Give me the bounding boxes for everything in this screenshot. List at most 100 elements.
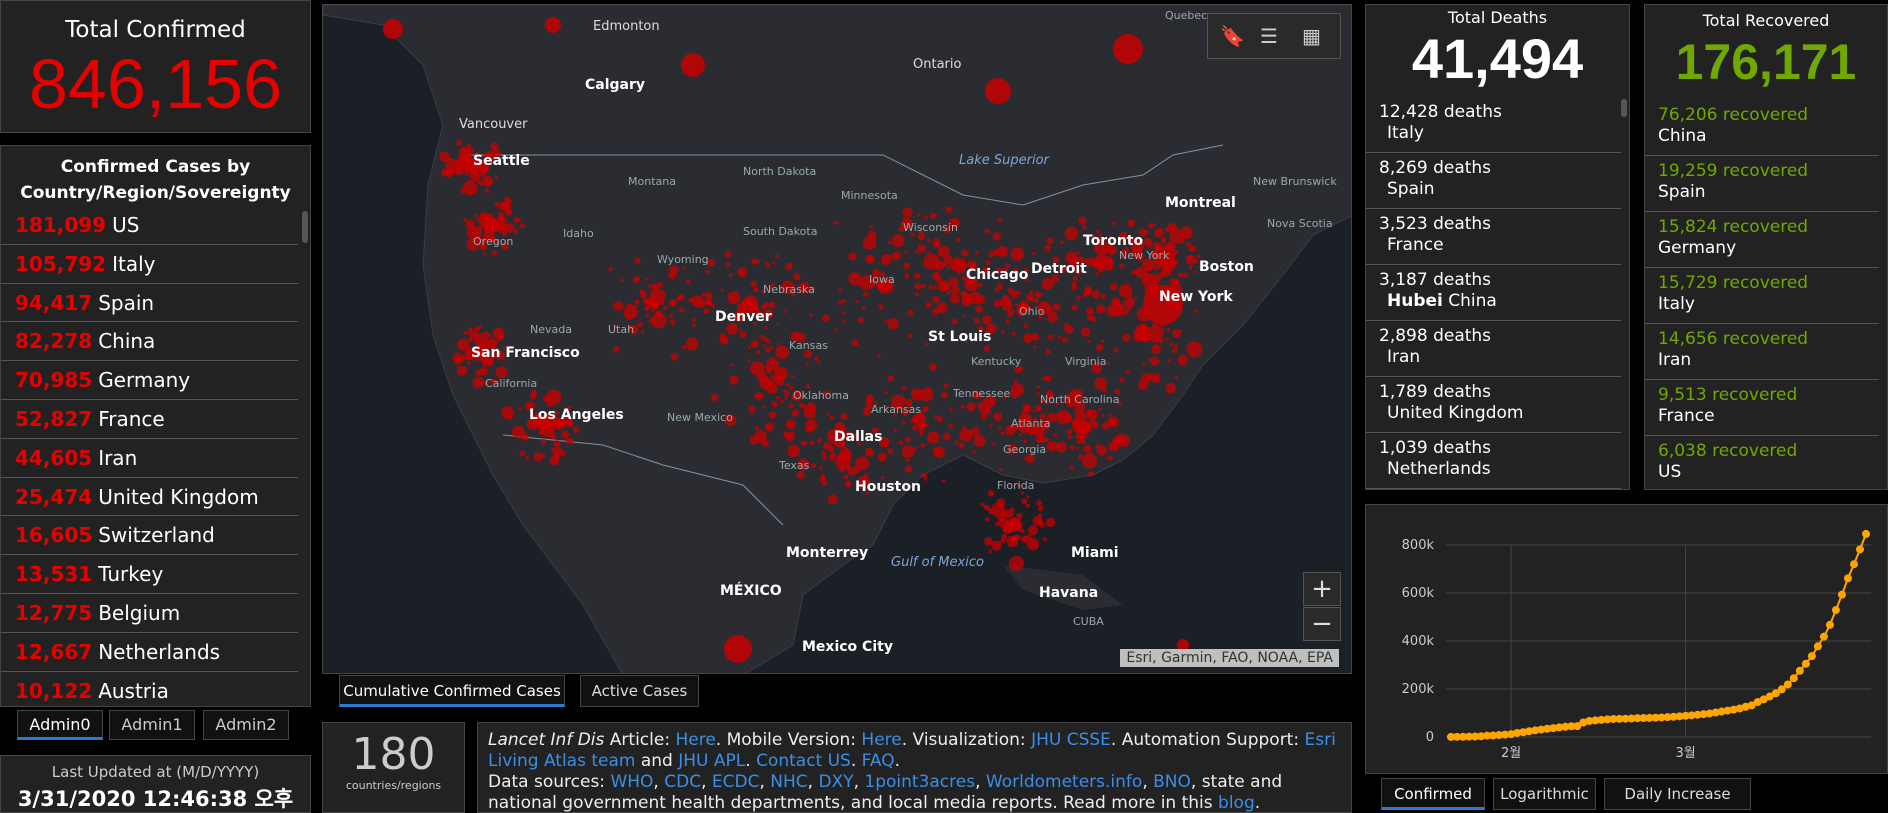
country-list-item[interactable]: 52,827 France	[1, 400, 298, 439]
case-marker	[1119, 263, 1125, 269]
zoom-in-button[interactable]: +	[1303, 572, 1341, 606]
case-marker	[938, 280, 951, 293]
country-list-item[interactable]: 181,099 US	[1, 206, 298, 245]
worldometers-link[interactable]: Worldometers.info	[986, 772, 1142, 792]
country-list-item[interactable]: 44,605 Iran	[1, 439, 298, 478]
recovered-list-item[interactable]: 19,259 recovered Spain	[1645, 156, 1879, 212]
case-marker	[572, 426, 580, 433]
recovered-list-item[interactable]: 14,656 recovered Iran	[1645, 324, 1879, 380]
deaths-scrollbar[interactable]	[1621, 99, 1627, 117]
case-marker	[710, 303, 715, 309]
country-list-item[interactable]: 13,531 Turkey	[1, 555, 298, 594]
map-label-oregon: Oregon	[473, 235, 514, 248]
list-icon[interactable]: ☰	[1260, 24, 1278, 48]
case-marker	[883, 319, 887, 323]
case-marker	[823, 442, 831, 450]
bookmark-icon[interactable]: 🔖	[1220, 24, 1245, 48]
map-canvas[interactable]	[323, 5, 1352, 674]
country-list-item[interactable]: 105,792 Italy	[1, 245, 298, 284]
dxy-link[interactable]: DXY	[818, 772, 853, 792]
deaths-list-item[interactable]: 1,789 deaths United Kingdom	[1366, 377, 1621, 433]
case-marker	[1011, 331, 1016, 337]
case-marker	[775, 395, 780, 400]
deaths-list-item[interactable]: 1,039 deaths Netherlands	[1366, 433, 1621, 489]
tab-daily-increase[interactable]: Daily Increase	[1604, 778, 1751, 810]
countries-count-label: countries/regions	[345, 779, 442, 792]
country-list-item[interactable]: 82,278 China	[1, 322, 298, 362]
case-marker	[776, 342, 781, 346]
map-label-new-york-state: New York	[1119, 249, 1170, 262]
tab-cumulative-confirmed[interactable]: Cumulative Confirmed Cases	[339, 675, 565, 707]
deaths-list-item[interactable]: 3,187 deaths Hubei China	[1366, 265, 1621, 321]
recovered-list[interactable]: 76,206 recovered China 19,259 recovered Spa…	[1645, 100, 1887, 489]
country-list-item[interactable]: 25,474 United Kingdom	[1, 478, 298, 517]
tab-admin0[interactable]: Admin0	[17, 710, 103, 740]
case-marker	[763, 344, 767, 348]
case-marker	[1069, 464, 1074, 470]
case-marker	[737, 267, 748, 278]
cdc-link[interactable]: CDC	[664, 772, 701, 792]
recovered-list-item[interactable]: 15,824 recovered Germany	[1645, 212, 1879, 268]
blog-link[interactable]: blog	[1218, 793, 1255, 812]
jhu-csse-link[interactable]: JHU CSSE	[1031, 730, 1111, 750]
country-list-item[interactable]: 12,775 Belgium	[1, 594, 298, 633]
1point3acres-link[interactable]: 1point3acres	[864, 772, 975, 792]
case-marker	[765, 367, 773, 374]
jhu-apl-link[interactable]: JHU APL	[678, 751, 745, 771]
mobile-version-link[interactable]: Here	[861, 730, 901, 750]
deaths-list-item[interactable]: 2,898 deaths Iran	[1366, 321, 1621, 377]
deaths-list-item[interactable]: 8,269 deaths Spain	[1366, 153, 1621, 209]
country-case-count: 70,985	[15, 368, 93, 393]
tab-admin2[interactable]: Admin2	[203, 710, 289, 740]
tab-logarithmic[interactable]: Logarithmic	[1493, 778, 1596, 810]
recovered-list-item[interactable]: 6,038 recovered US	[1645, 436, 1879, 489]
article-link[interactable]: Here	[675, 730, 715, 750]
case-marker	[1076, 440, 1081, 444]
case-marker	[1100, 267, 1104, 271]
deaths-list-item[interactable]: 12,428 deaths Italy	[1366, 97, 1621, 153]
case-marker	[1092, 318, 1096, 322]
country-list-item[interactable]: 94,417 Spain	[1, 284, 298, 323]
case-marker	[1005, 319, 1010, 324]
case-marker	[1174, 375, 1179, 380]
recovered-unit: recovered	[1712, 441, 1798, 461]
tab-active-cases[interactable]: Active Cases	[580, 675, 699, 707]
case-marker	[1100, 339, 1105, 343]
recovered-list-item[interactable]: 76,206 recovered China	[1645, 100, 1879, 156]
case-marker	[705, 301, 710, 306]
country-list-item[interactable]: 16,605 Switzerland	[1, 516, 298, 556]
who-link[interactable]: WHO	[610, 772, 653, 792]
deaths-list[interactable]: 12,428 deaths Italy 8,269 deaths Spain 3,523…	[1366, 97, 1629, 489]
country-list[interactable]: 181,099 US 105,792 Italy 94,417 Spain 82,278 Ch…	[1, 206, 310, 706]
deaths-list-item[interactable]: 3,523 deaths France	[1366, 209, 1621, 265]
case-marker	[855, 456, 870, 471]
country-list-scrollbar[interactable]	[302, 211, 308, 243]
case-marker	[469, 173, 474, 178]
bno-link[interactable]: BNO	[1153, 772, 1191, 792]
recovered-count: 15,729	[1658, 273, 1718, 293]
recovered-count: 19,259	[1658, 161, 1718, 181]
map-label-lake-superior: Lake Superior	[959, 153, 1049, 168]
recovered-list-item[interactable]: 15,729 recovered Italy	[1645, 268, 1879, 324]
zoom-out-button[interactable]: −	[1303, 607, 1341, 641]
case-marker	[613, 301, 624, 311]
country-list-item[interactable]: 70,985 Germany	[1, 361, 298, 400]
recovered-list-item[interactable]: 9,513 recovered France	[1645, 380, 1879, 436]
case-marker	[1162, 266, 1172, 277]
case-marker	[948, 423, 954, 429]
contact-link[interactable]: Contact US	[756, 751, 851, 771]
recovered-unit: recovered	[1722, 273, 1809, 293]
country-list-item[interactable]: 10,122 Austria	[1, 672, 298, 706]
faq-link[interactable]: FAQ	[862, 751, 895, 771]
tab-admin1[interactable]: Admin1	[109, 710, 195, 740]
tab-confirmed[interactable]: Confirmed	[1381, 778, 1485, 810]
nhc-link[interactable]: NHC	[770, 772, 807, 792]
case-marker	[554, 443, 558, 447]
ecdc-link[interactable]: ECDC	[712, 772, 760, 792]
case-marker	[505, 197, 512, 204]
case-marker	[483, 368, 487, 372]
country-list-item[interactable]: 12,667 Netherlands	[1, 633, 298, 672]
map-view[interactable]: Edmonton Calgary Vancouver Seattle Ontario Qu…	[322, 4, 1352, 674]
basemap-gallery-icon[interactable]: ▦	[1302, 24, 1321, 48]
case-marker	[1028, 525, 1039, 536]
